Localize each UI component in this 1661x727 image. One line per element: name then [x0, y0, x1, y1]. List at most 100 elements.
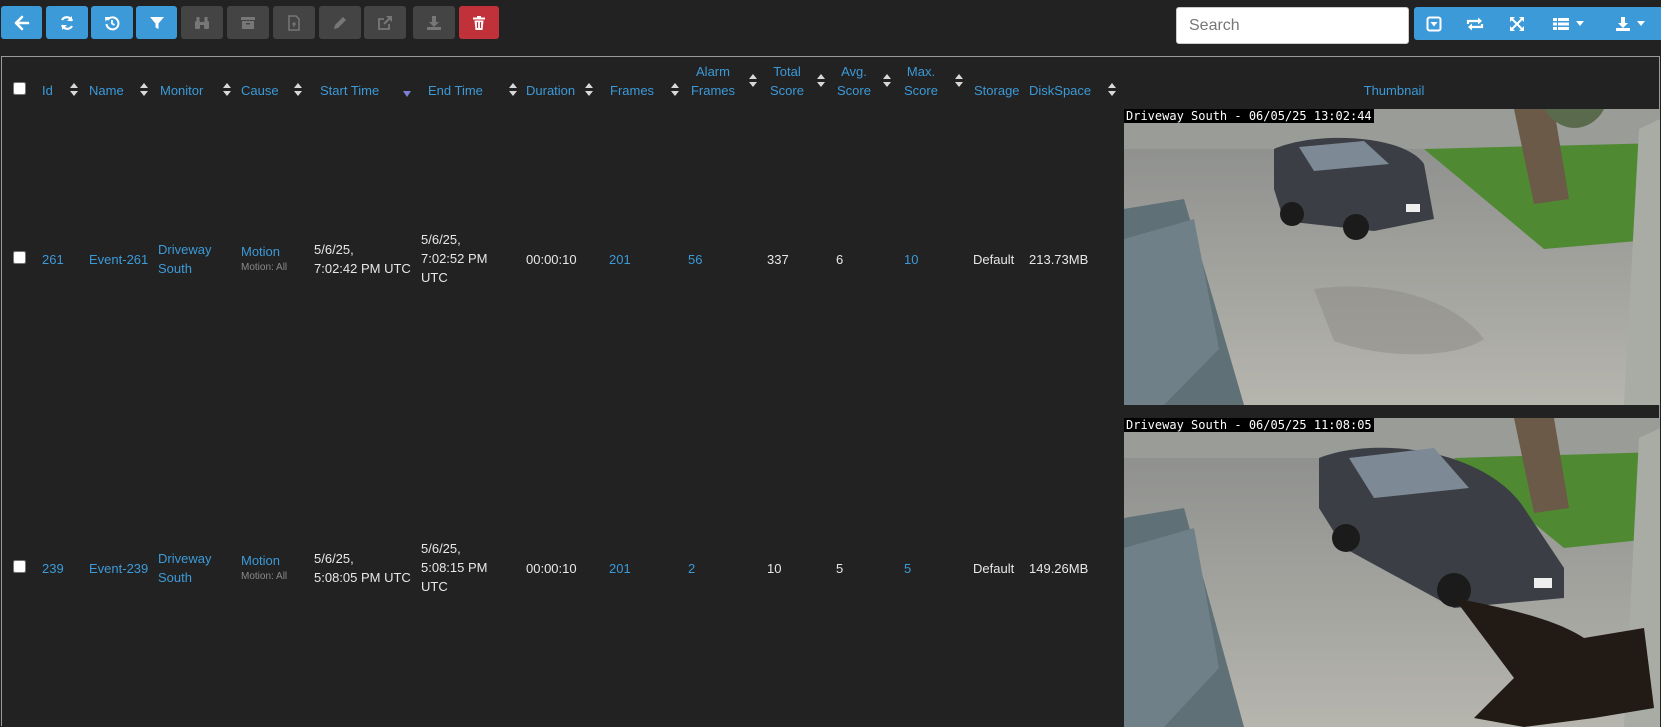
trash-icon: [473, 15, 485, 30]
diskspace-cell: 213.73MB: [1029, 252, 1089, 267]
end-time-cell: 5/6/25, 5:08:15 PM UTC: [421, 539, 488, 596]
header-id[interactable]: Id: [42, 81, 53, 100]
binoculars-icon: [195, 16, 209, 29]
frames-link[interactable]: 201: [609, 250, 631, 269]
duration-cell: 00:00:10: [526, 252, 577, 267]
view-button[interactable]: [181, 6, 223, 39]
header-total-score[interactable]: Total Score: [762, 62, 812, 100]
toggle-button[interactable]: [1414, 7, 1454, 40]
diskspace-cell: 149.26MB: [1029, 561, 1089, 576]
header-storage: Storage: [974, 83, 1020, 98]
event-thumbnail[interactable]: Driveway South - 06/05/25 11:08:05: [1124, 418, 1660, 727]
header-max-score-line2: Score: [904, 83, 938, 98]
edit-button[interactable]: [319, 6, 361, 39]
unarchive-button[interactable]: [273, 6, 315, 39]
export-button[interactable]: [364, 6, 406, 39]
cause-link[interactable]: Motion: [241, 242, 287, 261]
toolbar: [0, 0, 1661, 52]
sort-icon[interactable]: [817, 74, 825, 88]
monitor-line2: South: [158, 261, 192, 276]
refresh-button[interactable]: [46, 6, 88, 39]
sync-icon: [1466, 17, 1484, 30]
header-frames[interactable]: Frames: [610, 81, 654, 100]
header-end-time[interactable]: End Time: [428, 81, 483, 100]
filter-icon: [149, 16, 164, 29]
frames-link[interactable]: 201: [609, 559, 631, 578]
sort-icon[interactable]: [509, 83, 517, 97]
monitor-line1: Driveway: [158, 551, 212, 566]
sort-icon[interactable]: [70, 83, 78, 97]
end-time-line2: 7:02:52 PM: [421, 251, 488, 266]
sort-icon[interactable]: [955, 74, 963, 88]
cause-detail: Motion: All: [241, 262, 288, 273]
event-id-link[interactable]: 239: [42, 559, 64, 578]
alarm-frames-link[interactable]: 56: [688, 250, 702, 269]
header-monitor[interactable]: Monitor: [160, 81, 203, 100]
start-time-line2: 5:08:05 PM UTC: [314, 570, 411, 585]
event-thumbnail[interactable]: Driveway South - 06/05/25 13:02:44: [1124, 109, 1660, 405]
sort-icon[interactable]: [749, 74, 757, 88]
select-all-checkbox[interactable]: [13, 82, 26, 95]
end-time-line1: 5/6/25,: [421, 232, 461, 247]
fullscreen-button[interactable]: [1496, 7, 1537, 40]
event-name-link[interactable]: Event-239: [89, 559, 148, 578]
alarm-frames-link[interactable]: 2: [688, 559, 695, 578]
sort-icon[interactable]: [671, 83, 679, 97]
download-button[interactable]: [413, 6, 455, 39]
sort-icon[interactable]: [883, 74, 891, 88]
header-name[interactable]: Name: [89, 81, 124, 100]
cause-link[interactable]: Motion: [241, 551, 287, 570]
monitor-link[interactable]: Driveway South: [158, 240, 211, 278]
end-time-line2: 5:08:15 PM: [421, 560, 488, 575]
sort-icon[interactable]: [140, 83, 148, 97]
avg-score-cell: 5: [836, 561, 844, 576]
header-diskspace[interactable]: DiskSpace: [1029, 81, 1091, 100]
duration-cell: 00:00:10: [526, 561, 577, 576]
event-id-link[interactable]: 261: [42, 250, 64, 269]
header-thumbnail: Thumbnail: [1363, 83, 1425, 98]
sort-desc-icon[interactable]: [403, 91, 411, 97]
header-avg-score-line1: Avg.: [841, 64, 867, 79]
archive-button[interactable]: [227, 6, 269, 39]
end-time-line1: 5/6/25,: [421, 541, 461, 556]
header-duration[interactable]: Duration: [526, 81, 575, 100]
history-button[interactable]: [91, 6, 133, 39]
max-score-link[interactable]: 5: [904, 559, 911, 578]
event-name-link[interactable]: Event-261: [89, 250, 148, 269]
storage-cell: Default: [973, 252, 1015, 267]
chevron-down-icon: [1576, 21, 1584, 26]
header-max-score-line1: Max.: [906, 64, 936, 79]
filter-button[interactable]: [136, 6, 177, 39]
header-alarm-frames[interactable]: Alarm Frames: [682, 62, 744, 100]
avg-score-cell: 6: [836, 252, 844, 267]
storage-cell: Default: [973, 561, 1015, 576]
back-button[interactable]: [1, 6, 42, 39]
max-score-link[interactable]: 10: [904, 250, 918, 269]
history-icon: [105, 15, 120, 30]
cause-cell: Motion Motion: All: [241, 551, 287, 584]
auto-refresh-button[interactable]: [1454, 7, 1496, 40]
header-max-score[interactable]: Max. Score: [898, 62, 944, 100]
sort-icon[interactable]: [585, 83, 593, 97]
search-input[interactable]: [1176, 7, 1409, 44]
delete-button[interactable]: [459, 6, 499, 39]
header-alarm-frames-line2: Frames: [690, 83, 736, 98]
row-checkbox[interactable]: [13, 560, 26, 573]
export-data-button[interactable]: [1599, 7, 1661, 40]
header-start-time[interactable]: Start Time: [320, 81, 379, 100]
header-cause[interactable]: Cause: [241, 81, 279, 100]
archive-icon: [241, 16, 255, 29]
header-avg-score[interactable]: Avg. Score: [831, 62, 877, 100]
sort-icon[interactable]: [223, 83, 231, 97]
columns-button[interactable]: [1537, 7, 1599, 40]
monitor-line1: Driveway: [158, 242, 212, 257]
sort-icon[interactable]: [1108, 83, 1116, 97]
end-time-line3: UTC: [421, 270, 448, 285]
row-checkbox[interactable]: [13, 251, 26, 264]
monitor-link[interactable]: Driveway South: [158, 549, 211, 587]
start-time-cell: 5/6/25, 5:08:05 PM UTC: [314, 549, 411, 587]
end-time-line3: UTC: [421, 579, 448, 594]
sort-icon[interactable]: [294, 83, 302, 97]
external-link-icon: [378, 15, 392, 30]
start-time-cell: 5/6/25, 7:02:42 PM UTC: [314, 240, 411, 278]
